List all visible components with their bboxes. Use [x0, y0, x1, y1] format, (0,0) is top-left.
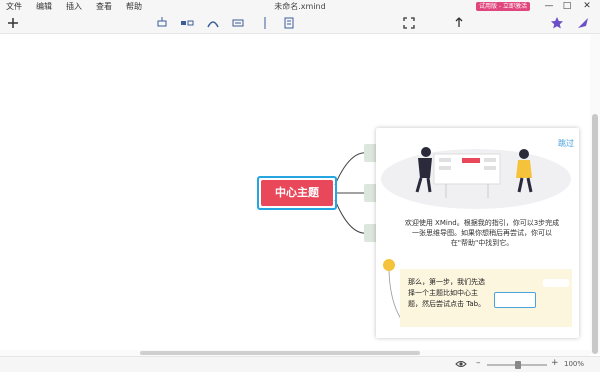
step-text: 那么，第一步，我们先选 择一个主题比如中心主 题，然后尝试点击 Tab。: [408, 277, 503, 310]
welcome-line-2: 一张思维导图。如果你想稍后再尝试，你可以: [412, 229, 552, 237]
lightbulb-icon: [383, 259, 395, 271]
status-bar: – + 100%: [0, 356, 600, 372]
step-line-1: 那么，第一步，我们先选: [408, 278, 485, 286]
vertical-scrollbar-thumb[interactable]: [592, 114, 598, 354]
eye-icon[interactable]: [455, 359, 467, 372]
vertical-scrollbar[interactable]: [590, 34, 600, 354]
zoom-out-icon[interactable]: –: [476, 358, 481, 368]
onboarding-panel: 跳过 欢迎使用 XMind。根据我的指引，你可以3步完成 一张思维导图。如果你想…: [376, 128, 579, 338]
step-example-subtopic: [543, 279, 569, 287]
step-example-topic: [494, 292, 536, 308]
step-line-2: 择一个主题比如中心主: [408, 289, 478, 297]
horizontal-scrollbar-thumb[interactable]: [140, 351, 420, 355]
welcome-line-1: 欢迎使用 XMind。根据我的指引，你可以3步完成: [404, 219, 560, 227]
zoom-slider[interactable]: [487, 361, 547, 369]
step-line-3: 题，然后尝试点击 Tab。: [408, 300, 486, 308]
guide-illustration: [381, 147, 571, 209]
central-topic-label[interactable]: 中心主题: [261, 180, 333, 206]
welcome-text: 欢迎使用 XMind。根据我的指引，你可以3步完成 一张思维导图。如果你想稍后再…: [392, 218, 572, 248]
step-card: 那么，第一步，我们先选 择一个主题比如中心主 题，然后尝试点击 Tab。: [400, 269, 572, 327]
welcome-line-3: 在"帮助"中找到它。: [450, 239, 514, 247]
central-topic[interactable]: 中心主题: [257, 176, 337, 210]
zoom-in-icon[interactable]: +: [551, 358, 559, 368]
zoom-slider-handle[interactable]: [515, 361, 521, 369]
zoom-level[interactable]: 100%: [564, 360, 584, 368]
